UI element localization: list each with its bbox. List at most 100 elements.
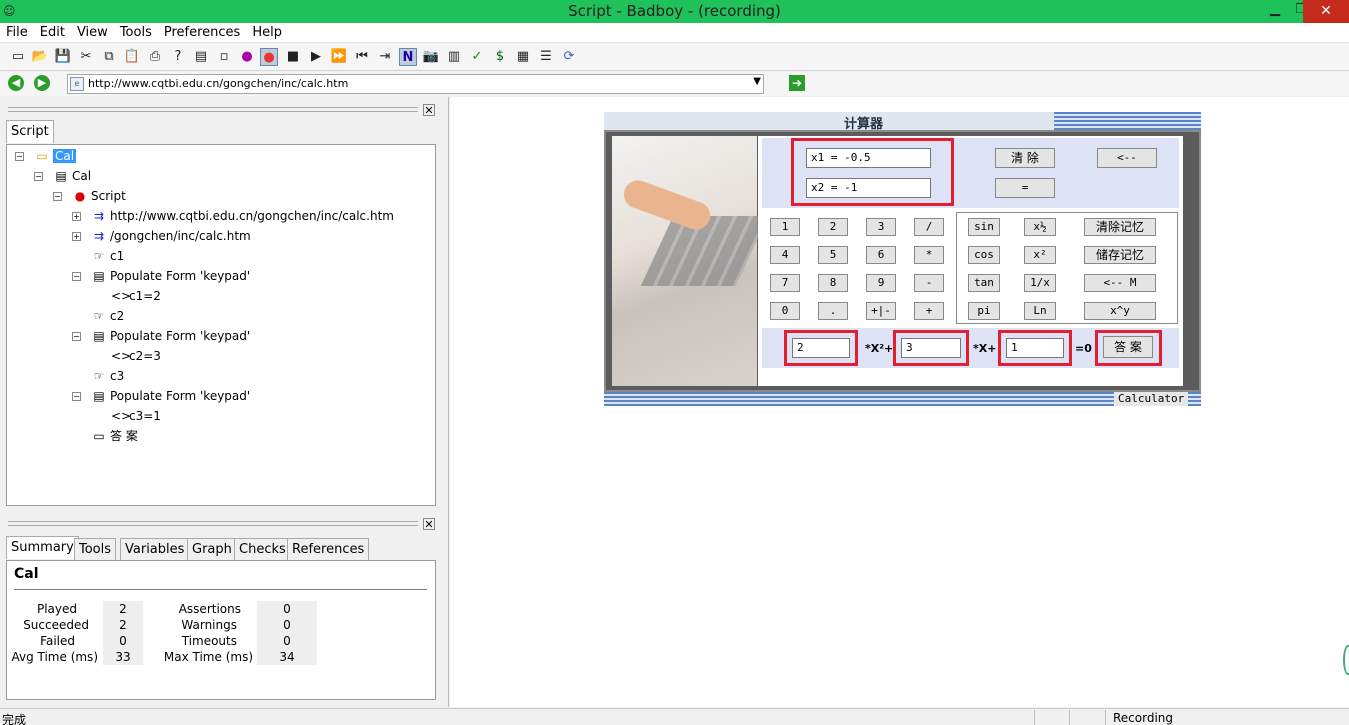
pane-grip[interactable] [8, 521, 418, 526]
tree-expander[interactable]: − [53, 192, 62, 201]
key-button[interactable]: + [914, 302, 944, 320]
close-icon[interactable]: ✕ [423, 518, 435, 530]
print-icon[interactable]: ⎙ [146, 48, 164, 66]
key-button[interactable]: 8 [818, 274, 848, 292]
menu-tools[interactable]: Tools [114, 23, 158, 40]
play-icon[interactable]: ▶ [307, 48, 325, 66]
rewind-icon[interactable]: ⏮ [353, 48, 371, 66]
record-icon[interactable]: ● [260, 48, 278, 66]
form-icon[interactable]: ▥ [445, 48, 463, 66]
play-all-icon[interactable]: ⏩ [330, 48, 348, 66]
equals-button[interactable]: = [995, 178, 1055, 198]
key-button[interactable]: . [818, 302, 848, 320]
menu-file[interactable]: File [0, 23, 34, 40]
tree-item[interactable]: <>c3=1 [111, 407, 161, 425]
menu-view[interactable]: View [71, 23, 114, 40]
stop-icon[interactable]: ■ [284, 48, 302, 66]
help-icon[interactable]: ? [169, 48, 187, 66]
open-icon[interactable]: 📂 [31, 48, 49, 66]
close-button[interactable]: ✕ [1303, 0, 1349, 23]
tab-summary[interactable]: Summary [6, 536, 79, 559]
function-key-button[interactable]: Ln [1024, 302, 1056, 320]
key-button[interactable]: 1 [770, 218, 800, 236]
tree-item[interactable]: ▤ Populate Form 'keypad' [92, 387, 250, 405]
tree-expander[interactable]: − [72, 392, 81, 401]
function-key-button[interactable]: 储存记忆 [1084, 246, 1156, 264]
function-key-button[interactable]: cos [968, 246, 1000, 264]
back-icon[interactable]: ◀ [8, 75, 24, 91]
new-folder-icon[interactable]: ▤ [192, 48, 210, 66]
tab-script[interactable]: Script [6, 120, 54, 143]
tree-expander[interactable]: + [72, 212, 81, 221]
function-key-button[interactable]: <-- M [1084, 274, 1156, 292]
forward-icon[interactable]: ▶ [34, 75, 50, 91]
script-tree[interactable]: − ▭ Cal − ▤ Cal − ● Script + ⇉ http://www.cqtbi.edu… [6, 144, 436, 506]
add-script-icon[interactable]: ● [238, 48, 256, 66]
tree-item[interactable]: <>c1=2 [111, 287, 161, 305]
step-icon[interactable]: ⇥ [376, 48, 394, 66]
go-icon[interactable]: ➔ [789, 75, 805, 91]
table-icon[interactable]: ▦ [514, 48, 532, 66]
tab-references[interactable]: References [287, 538, 370, 560]
backspace-button[interactable]: <-- [1097, 148, 1157, 168]
key-button[interactable]: +|- [866, 302, 896, 320]
tree-expander[interactable]: + [72, 232, 81, 241]
chevron-down-icon[interactable]: ▼ [753, 76, 761, 87]
tab-checks[interactable]: Checks [234, 538, 291, 560]
function-key-button[interactable]: sin [968, 218, 1000, 236]
menu-help[interactable]: Help [246, 23, 288, 40]
menu-preferences[interactable]: Preferences [158, 23, 246, 40]
tree-item[interactable]: ▤ Cal [54, 167, 91, 185]
key-button[interactable]: 5 [818, 246, 848, 264]
check-icon[interactable]: ✓ [468, 48, 486, 66]
copy-icon[interactable]: ⧉ [100, 48, 118, 66]
tree-item[interactable]: ▭ Cal [35, 147, 77, 165]
pane-grip[interactable] [8, 107, 418, 112]
refresh-icon[interactable]: ⟳ [560, 48, 578, 66]
close-icon[interactable]: ✕ [423, 104, 435, 116]
key-button[interactable]: / [914, 218, 944, 236]
tree-item[interactable]: <>c2=3 [111, 347, 161, 365]
function-key-button[interactable]: x^y [1084, 302, 1156, 320]
key-button[interactable]: 4 [770, 246, 800, 264]
key-button[interactable]: 7 [770, 274, 800, 292]
n-icon[interactable]: N [399, 48, 417, 66]
tree-item[interactable]: ☞ c2 [92, 307, 125, 325]
tree-item[interactable]: ⇉ /gongchen/inc/calc.htm [92, 227, 251, 245]
tree-expander[interactable]: − [34, 172, 43, 181]
tab-graph[interactable]: Graph [187, 538, 237, 560]
save-icon[interactable]: 💾 [54, 48, 72, 66]
key-button[interactable]: * [914, 246, 944, 264]
tree-item[interactable]: ▭ 答 案 [92, 427, 138, 445]
url-input[interactable]: e http://www.cqtbi.edu.cn/gongchen/inc/c… [67, 74, 764, 94]
menu-edit[interactable]: Edit [34, 23, 71, 40]
camera-icon[interactable]: 📷 [422, 48, 440, 66]
function-key-button[interactable]: x² [1024, 246, 1056, 264]
tree-item[interactable]: ▤ Populate Form 'keypad' [92, 267, 250, 285]
tree-item[interactable]: ☞ c1 [92, 247, 125, 265]
function-key-button[interactable]: x½ [1024, 218, 1056, 236]
tree-expander[interactable]: − [72, 332, 81, 341]
cut-icon[interactable]: ✂ [77, 48, 95, 66]
function-key-button[interactable]: 清除记忆 [1084, 218, 1156, 236]
tree-item[interactable]: ⇉ http://www.cqtbi.edu.cn/gongchen/inc/ca… [92, 207, 394, 225]
tab-variables[interactable]: Variables [120, 538, 190, 560]
key-button[interactable]: - [914, 274, 944, 292]
key-button[interactable]: 0 [770, 302, 800, 320]
tree-item[interactable]: ▤ Populate Form 'keypad' [92, 327, 250, 345]
add-item-icon[interactable]: ▫ [215, 48, 233, 66]
tree-expander[interactable]: − [72, 272, 81, 281]
minimize-button[interactable]: ▁ [1261, 0, 1289, 23]
key-button[interactable]: 3 [866, 218, 896, 236]
tree-icon[interactable]: ☰ [537, 48, 555, 66]
new-icon[interactable]: ▭ [9, 48, 27, 66]
key-button[interactable]: 6 [866, 246, 896, 264]
key-button[interactable]: 2 [818, 218, 848, 236]
key-button[interactable]: 9 [866, 274, 896, 292]
paste-icon[interactable]: 📋 [123, 48, 141, 66]
clear-button[interactable]: 清 除 [995, 148, 1055, 168]
tab-tools[interactable]: Tools [74, 538, 117, 560]
function-key-button[interactable]: 1/x [1024, 274, 1056, 292]
function-key-button[interactable]: tan [968, 274, 1000, 292]
dollar-icon[interactable]: $ [491, 48, 509, 66]
